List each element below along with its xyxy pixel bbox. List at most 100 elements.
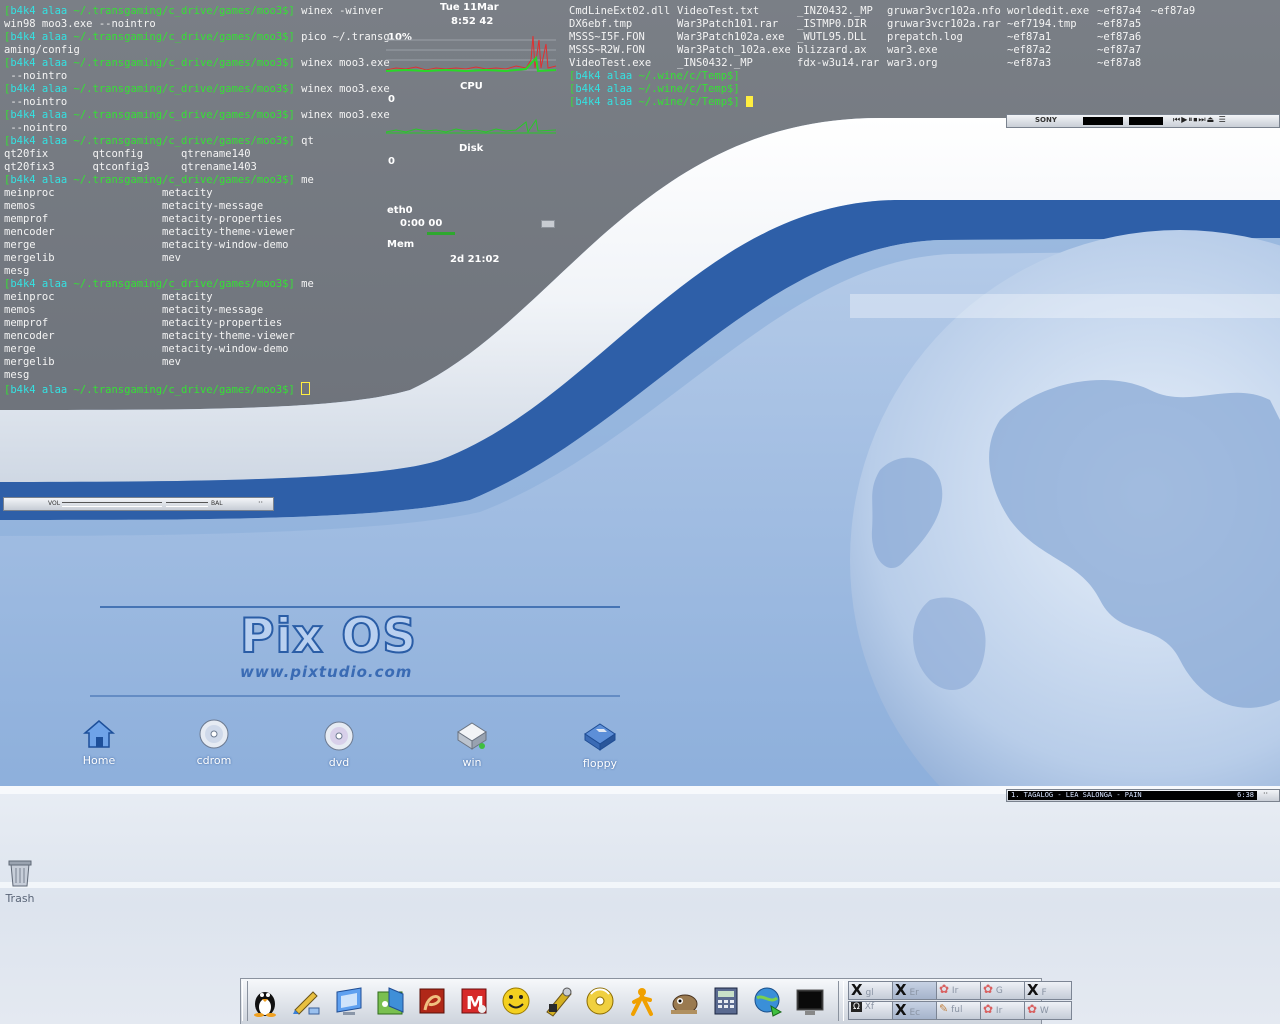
disk-zero-label: 0 <box>388 156 395 167</box>
file-name: gruwar3vcr102a.rar <box>887 18 1001 30</box>
launcher-button-calculator[interactable] <box>709 984 743 1018</box>
net-toggle-button[interactable] <box>541 220 555 228</box>
window-button[interactable]: X Ec <box>892 1001 940 1020</box>
media-player-bottom[interactable]: 1. TAGALOG - LEA SALONGA - PAIN 6:38 ·· <box>1006 789 1280 802</box>
volume-slider[interactable] <box>62 502 162 507</box>
terminal-icon <box>796 989 824 1015</box>
terminal-left[interactable]: [b4k4 alaa ~/.transgaming/c_drive/games/… <box>4 5 390 397</box>
terminal-line: memos metacity-message <box>4 304 376 317</box>
terminal-line: mergelib mev <box>4 356 376 369</box>
desktop-icon-cdrom[interactable]: cdrom <box>174 718 254 767</box>
terminal-text: me <box>294 278 314 290</box>
launcher-button-mail[interactable]: M <box>457 984 491 1018</box>
desktop-icon-trash[interactable]: Trash <box>0 856 60 905</box>
terminal-text: b4k4 alaa <box>10 109 74 121</box>
file-name: prepatch.log <box>887 31 963 43</box>
terminal-text: ~/.transgaming/c_drive/games/moo3$ <box>73 109 289 121</box>
terminal-text: ~/.transgaming/c_drive/games/moo3$ <box>73 174 289 186</box>
window-button[interactable]: ✿ G <box>980 981 1028 1000</box>
terminal-right[interactable]: CmdLineExt02.dll VideoTest.txt _INZ0432._M… <box>569 5 1219 109</box>
calculator-icon <box>714 987 738 1015</box>
launcher-button-gimp[interactable] <box>667 984 701 1018</box>
volume-mixer[interactable]: VOL BAL ·· <box>3 497 274 511</box>
desktop-icon-dvd[interactable]: dvd <box>299 720 379 769</box>
launcher-button-network[interactable] <box>751 984 785 1018</box>
file-name: _INS0432._MP <box>677 57 753 69</box>
launcher-button-tux[interactable] <box>248 984 282 1018</box>
desktop-icon-label: Home <box>82 754 116 767</box>
window-button[interactable]: X gl <box>848 981 896 1000</box>
player-menu-button[interactable]: ·· <box>1263 789 1268 798</box>
track-display: 1. TAGALOG - LEA SALONGA - PAIN 6:38 <box>1008 791 1257 800</box>
file-name: _ISTMP0.DIR <box>797 18 867 30</box>
file-name: worldedit.exe <box>1007 5 1090 17</box>
desktop-icon-home[interactable]: Home <box>59 718 139 767</box>
window-button[interactable]: ✿ Ir <box>980 1001 1028 1020</box>
window-button-label: Er <box>906 988 919 998</box>
balance-slider[interactable] <box>166 502 208 507</box>
terminal-line: [b4k4 alaa ~/.transgaming/c_drive/games/… <box>4 31 390 44</box>
prompt-path: ~/.wine/c/Temp$ <box>638 96 734 108</box>
terminal-text: b4k4 alaa <box>10 57 74 69</box>
terminal-text: b4k4 alaa <box>10 135 74 147</box>
file-listing-row: VideoTest.exe _INS0432._MP fdx-w3u14.rar wa… <box>569 57 1219 70</box>
file-name: _WUTL95.DLL <box>797 31 867 43</box>
x-icon: X <box>1027 981 1039 999</box>
mem-label: Mem <box>387 239 415 250</box>
launcher-button-wrench[interactable] <box>541 984 575 1018</box>
tux-icon <box>254 992 276 1017</box>
media-player-top[interactable]: SONY ⏮▶⏸⏹⏭⏏ ☰ <box>1006 114 1280 128</box>
desktop-icon-label: Trash <box>5 892 35 905</box>
launcher-button-cd-player[interactable] <box>583 984 617 1018</box>
terminal-line: --nointro <box>4 122 376 135</box>
launcher-button-paint[interactable] <box>289 984 323 1018</box>
terminal-text: mesg <box>4 265 30 277</box>
terminal-line: memprof metacity-properties <box>4 317 376 330</box>
window-button[interactable]: ✎ ful <box>936 1001 984 1020</box>
window-button[interactable]: ✿ Ir <box>936 981 984 1000</box>
file-name: fdx-w3u14.rar <box>797 57 880 69</box>
system-monitor: Tue 11Mar 8:52 42 10% CPU 0 Disk 0 eth0 … <box>384 0 560 270</box>
file-name: VideoTest.txt <box>677 5 760 17</box>
desktop-icon-label: cdrom <box>196 754 232 767</box>
window-button-label: G <box>993 986 1003 996</box>
terminal-text: b4k4 alaa <box>10 278 74 290</box>
cpu-graph <box>386 35 557 73</box>
file-manager-icon <box>377 987 404 1015</box>
terminal-text: ~/.transgaming/c_drive/games/moo3$ <box>73 278 289 290</box>
paint-icon <box>293 991 320 1015</box>
terminal-prompt: [b4k4 alaa ~/.wine/c/Temp$] <box>569 83 1219 96</box>
home-icon <box>82 720 116 748</box>
terminal-text: winex moo3.exe <box>294 57 390 69</box>
floppy-icon <box>584 723 616 751</box>
window-button[interactable]: X F <box>1024 981 1072 1000</box>
launcher-button-monitor[interactable] <box>331 984 365 1018</box>
player-counter <box>1129 117 1163 125</box>
terminal-text: memprof metacity-properties <box>4 317 283 329</box>
dvd-icon <box>324 721 354 751</box>
window-button[interactable]: Ω Xf <box>848 1001 896 1020</box>
terminal-line: [b4k4 alaa ~/.transgaming/c_drive/games/… <box>4 174 376 187</box>
window-button[interactable]: ✿ W <box>1024 1001 1072 1020</box>
window-button-label: W <box>1037 1006 1049 1016</box>
terminal-line: mesg <box>4 265 376 278</box>
file-name: War3Patch_102a.exe <box>677 44 791 56</box>
terminal-text: win98 moo3.exe --nointro <box>4 18 156 30</box>
fish-icon: ✿ <box>939 982 950 996</box>
terminal-line: [b4k4 alaa ~/.transgaming/c_drive/games/… <box>4 5 383 18</box>
launcher-button-red-app[interactable] <box>415 984 449 1018</box>
window-button[interactable]: X Er <box>892 981 940 1000</box>
launcher-button-file-manager[interactable] <box>373 984 407 1018</box>
terminal-text: ~/.transgaming/c_drive/games/moo3$ <box>73 31 289 43</box>
window-button-label: Ir <box>993 1006 1003 1016</box>
terminal-text: mencoder metacity-theme-viewer <box>4 330 295 342</box>
player-controls[interactable]: ⏮▶⏸⏹⏭⏏ ☰ <box>1173 115 1227 125</box>
launcher-button-aim[interactable] <box>625 984 659 1018</box>
terminal-line: [b4k4 alaa ~/.transgaming/c_drive/games/… <box>4 382 376 397</box>
mixer-menu-button[interactable]: ·· <box>258 498 263 507</box>
launcher-button-terminal[interactable] <box>793 984 827 1018</box>
launcher-button-smiley[interactable] <box>499 984 533 1018</box>
terminal-text: meinproc metacity <box>4 187 213 199</box>
desktop-icon-win[interactable]: win <box>432 720 512 769</box>
desktop-icon-floppy[interactable]: floppy <box>560 721 640 770</box>
